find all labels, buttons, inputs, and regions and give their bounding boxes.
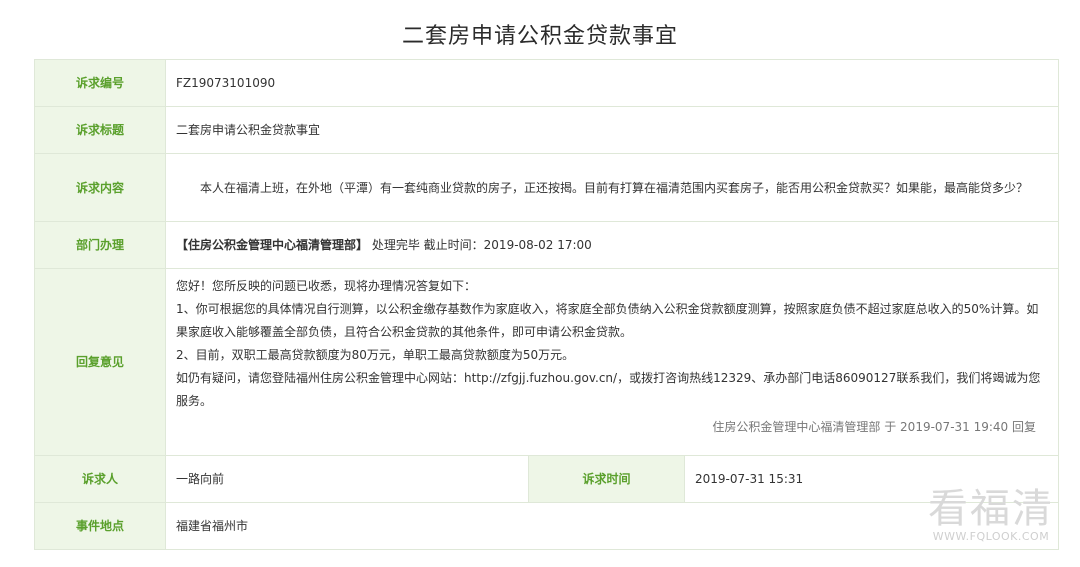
table-row-department: 部门办理 【住房公积金管理中心福清管理部】 处理完毕 截止时间：2019-08-…	[34, 221, 1060, 269]
appeal-content-label: 诉求内容	[34, 153, 166, 222]
reply-label: 回复意见	[34, 268, 166, 456]
department-status: 处理完毕 截止时间：2019-08-02 17:00	[371, 238, 592, 252]
department-cell: 【住房公积金管理中心福清管理部】 处理完毕 截止时间：2019-08-02 17…	[164, 221, 1060, 269]
appeal-subject-value: 二套房申请公积金贷款事宜	[164, 106, 1060, 154]
page-title: 二套房申请公积金贷款事宜	[401, 24, 678, 49]
petitioner-value: 一路向前	[165, 455, 529, 503]
table-row-number: 诉求编号 FZ19073101090	[34, 59, 1060, 107]
watermark-url: WWW.FQLOOK.COM	[932, 530, 1050, 543]
appeal-number-label: 诉求编号	[34, 59, 166, 107]
reply-line: 如仍有疑问，请您登陆福州住房公积金管理中心网站：http://zfgjj.fuz…	[176, 371, 1041, 408]
reply-line: 1、你可根据您的具体情况自行测算，以公积金缴存基数作为家庭收入，将家庭全部负债纳…	[176, 302, 1039, 339]
table-row-location: 事件地点 福建省福州市	[34, 502, 1060, 550]
petitioner-label: 诉求人	[34, 455, 166, 503]
appeal-content-cell: 本人在福清上班，在外地（平潭）有一套纯商业贷款的房子，正还按揭。目前有打算在福清…	[164, 153, 1060, 222]
table-row-content: 诉求内容 本人在福清上班，在外地（平潭）有一套纯商业贷款的房子，正还按揭。目前有…	[34, 153, 1060, 222]
reply-signature: 住房公积金管理中心福清管理部 于 2019-07-31 19:40 回复	[712, 420, 1037, 434]
reply-line: 2、目前，双职工最高贷款额度为80万元，单职工最高贷款额度为50万元。	[176, 348, 575, 362]
appeal-content-value: 本人在福清上班，在外地（平潭）有一套纯商业贷款的房子，正还按揭。目前有打算在福清…	[200, 180, 1029, 195]
table-row-subject: 诉求标题 二套房申请公积金贷款事宜	[34, 106, 1060, 154]
table-row-petitioner: 诉求人 一路向前 诉求时间 2019-07-31 15:31	[34, 455, 1060, 503]
appeal-number-value: FZ19073101090	[164, 59, 1060, 107]
reply-cell: 您好！您所反映的问题已收悉，现将办理情况答复如下： 1、你可根据您的具体情况自行…	[164, 268, 1060, 456]
department-label: 部门办理	[34, 221, 166, 269]
appeal-subject-label: 诉求标题	[34, 106, 166, 154]
site-watermark: 看福清 WWW.FQLOOK.COM	[928, 487, 1054, 543]
location-value: 福建省福州市	[164, 502, 1060, 550]
location-label: 事件地点	[34, 502, 166, 550]
watermark-logo-text: 看福清	[928, 486, 1054, 532]
appeal-detail-table: 诉求编号 FZ19073101090 诉求标题 二套房申请公积金贷款事宜 诉求内…	[34, 59, 1060, 550]
table-row-reply: 回复意见 您好！您所反映的问题已收悉，现将办理情况答复如下： 1、你可根据您的具…	[34, 268, 1060, 456]
reply-line: 您好！您所反映的问题已收悉，现将办理情况答复如下：	[176, 279, 477, 293]
department-name: 【住房公积金管理中心福清管理部】	[176, 238, 369, 252]
reply-body: 您好！您所反映的问题已收悉，现将办理情况答复如下： 1、你可根据您的具体情况自行…	[176, 275, 1048, 413]
appeal-time-label: 诉求时间	[528, 455, 685, 503]
